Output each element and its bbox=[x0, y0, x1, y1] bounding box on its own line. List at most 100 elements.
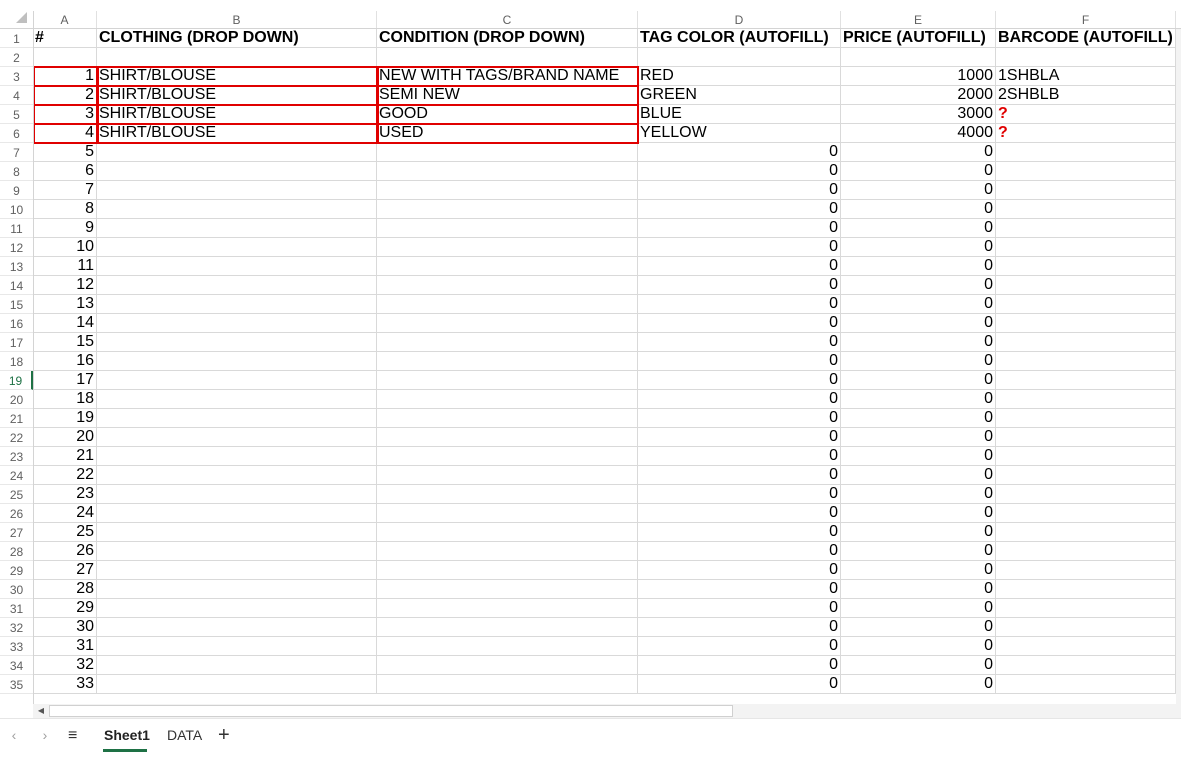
row-header-35[interactable]: 35 bbox=[0, 675, 33, 694]
cell-a35[interactable]: 33 bbox=[33, 675, 97, 694]
row-header-11[interactable]: 11 bbox=[0, 219, 33, 238]
row-header-12[interactable]: 12 bbox=[0, 238, 33, 257]
cell-b22[interactable] bbox=[97, 428, 377, 447]
row-header-15[interactable]: 15 bbox=[0, 295, 33, 314]
cell-f13[interactable] bbox=[996, 257, 1176, 276]
cell-c10[interactable] bbox=[377, 200, 638, 219]
cell-f27[interactable] bbox=[996, 523, 1176, 542]
cell-b30[interactable] bbox=[97, 580, 377, 599]
cell-d29[interactable]: 0 bbox=[638, 561, 841, 580]
row-header-32[interactable]: 32 bbox=[0, 618, 33, 637]
cell-d27[interactable]: 0 bbox=[638, 523, 841, 542]
cell-a6[interactable]: 4 bbox=[33, 124, 97, 143]
tab-sheet1[interactable]: Sheet1 bbox=[102, 727, 152, 743]
cell-d25[interactable]: 0 bbox=[638, 485, 841, 504]
cell-a21[interactable]: 19 bbox=[33, 409, 97, 428]
cell-b16[interactable] bbox=[97, 314, 377, 333]
header-cell-b[interactable]: CLOTHING (DROP DOWN) bbox=[97, 29, 377, 48]
cell-f31[interactable] bbox=[996, 599, 1176, 618]
cell-d13[interactable]: 0 bbox=[638, 257, 841, 276]
cell-a17[interactable]: 15 bbox=[33, 333, 97, 352]
row-header-10[interactable]: 10 bbox=[0, 200, 33, 219]
cell-c28[interactable] bbox=[377, 542, 638, 561]
column-header-a[interactable]: A bbox=[33, 11, 97, 29]
cell-c3[interactable]: NEW WITH TAGS/BRAND NAME bbox=[377, 67, 638, 86]
cell-e4[interactable]: 2000 bbox=[841, 86, 996, 105]
cell-a30[interactable]: 28 bbox=[33, 580, 97, 599]
row-header-7[interactable]: 7 bbox=[0, 143, 33, 162]
cell-c9[interactable] bbox=[377, 181, 638, 200]
cell-b12[interactable] bbox=[97, 238, 377, 257]
cell-b20[interactable] bbox=[97, 390, 377, 409]
cell-f9[interactable] bbox=[996, 181, 1176, 200]
cell-d14[interactable]: 0 bbox=[638, 276, 841, 295]
cell-e21[interactable]: 0 bbox=[841, 409, 996, 428]
cell-b25[interactable] bbox=[97, 485, 377, 504]
cell-e29[interactable]: 0 bbox=[841, 561, 996, 580]
cell-c20[interactable] bbox=[377, 390, 638, 409]
cell-a29[interactable]: 27 bbox=[33, 561, 97, 580]
cell-b18[interactable] bbox=[97, 352, 377, 371]
row-header-19[interactable]: 19 bbox=[0, 371, 33, 390]
cell-b27[interactable] bbox=[97, 523, 377, 542]
cell-f25[interactable] bbox=[996, 485, 1176, 504]
cell-b11[interactable] bbox=[97, 219, 377, 238]
cell-b10[interactable] bbox=[97, 200, 377, 219]
cell-d7[interactable]: 0 bbox=[638, 143, 841, 162]
cell-f14[interactable] bbox=[996, 276, 1176, 295]
cell-f2[interactable] bbox=[996, 48, 1176, 67]
add-sheet-icon[interactable]: + bbox=[218, 724, 230, 747]
cell-c19[interactable] bbox=[377, 371, 638, 390]
header-cell-a[interactable]: # bbox=[33, 29, 97, 48]
cell-a22[interactable]: 20 bbox=[33, 428, 97, 447]
cell-b32[interactable] bbox=[97, 618, 377, 637]
cell-d5[interactable]: BLUE bbox=[638, 105, 841, 124]
cell-a10[interactable]: 8 bbox=[33, 200, 97, 219]
cell-c7[interactable] bbox=[377, 143, 638, 162]
cell-f8[interactable] bbox=[996, 162, 1176, 181]
cell-e28[interactable]: 0 bbox=[841, 542, 996, 561]
cell-d12[interactable]: 0 bbox=[638, 238, 841, 257]
row-header-23[interactable]: 23 bbox=[0, 447, 33, 466]
cell-b23[interactable] bbox=[97, 447, 377, 466]
cell-b26[interactable] bbox=[97, 504, 377, 523]
cell-b29[interactable] bbox=[97, 561, 377, 580]
cell-c13[interactable] bbox=[377, 257, 638, 276]
cell-d17[interactable]: 0 bbox=[638, 333, 841, 352]
cell-a12[interactable]: 10 bbox=[33, 238, 97, 257]
cell-a23[interactable]: 21 bbox=[33, 447, 97, 466]
cell-a13[interactable]: 11 bbox=[33, 257, 97, 276]
cell-b15[interactable] bbox=[97, 295, 377, 314]
cell-f22[interactable] bbox=[996, 428, 1176, 447]
cell-f19[interactable] bbox=[996, 371, 1176, 390]
cell-f29[interactable] bbox=[996, 561, 1176, 580]
cell-f15[interactable] bbox=[996, 295, 1176, 314]
tab-data[interactable]: DATA bbox=[165, 727, 204, 743]
horizontal-scroll-thumb[interactable] bbox=[49, 705, 733, 717]
cell-a8[interactable]: 6 bbox=[33, 162, 97, 181]
cell-a25[interactable]: 23 bbox=[33, 485, 97, 504]
cell-a32[interactable]: 30 bbox=[33, 618, 97, 637]
cell-a20[interactable]: 18 bbox=[33, 390, 97, 409]
cell-d4[interactable]: GREEN bbox=[638, 86, 841, 105]
cell-f12[interactable] bbox=[996, 238, 1176, 257]
cell-a2[interactable] bbox=[33, 48, 97, 67]
row-header-22[interactable]: 22 bbox=[0, 428, 33, 447]
cell-e32[interactable]: 0 bbox=[841, 618, 996, 637]
cell-c5[interactable]: GOOD bbox=[377, 105, 638, 124]
row-header-5[interactable]: 5 bbox=[0, 105, 33, 124]
cell-f21[interactable] bbox=[996, 409, 1176, 428]
cell-d16[interactable]: 0 bbox=[638, 314, 841, 333]
cell-c6[interactable]: USED bbox=[377, 124, 638, 143]
cell-b6[interactable]: SHIRT/BLOUSE bbox=[97, 124, 377, 143]
cell-f10[interactable] bbox=[996, 200, 1176, 219]
header-cell-d[interactable]: TAG COLOR (AUTOFILL) bbox=[638, 29, 841, 48]
cell-b3[interactable]: SHIRT/BLOUSE bbox=[97, 67, 377, 86]
cell-a5[interactable]: 3 bbox=[33, 105, 97, 124]
cell-c8[interactable] bbox=[377, 162, 638, 181]
cell-a4[interactable]: 2 bbox=[33, 86, 97, 105]
cell-d11[interactable]: 0 bbox=[638, 219, 841, 238]
cell-c23[interactable] bbox=[377, 447, 638, 466]
row-header-1[interactable]: 1 bbox=[0, 29, 33, 48]
cell-b13[interactable] bbox=[97, 257, 377, 276]
